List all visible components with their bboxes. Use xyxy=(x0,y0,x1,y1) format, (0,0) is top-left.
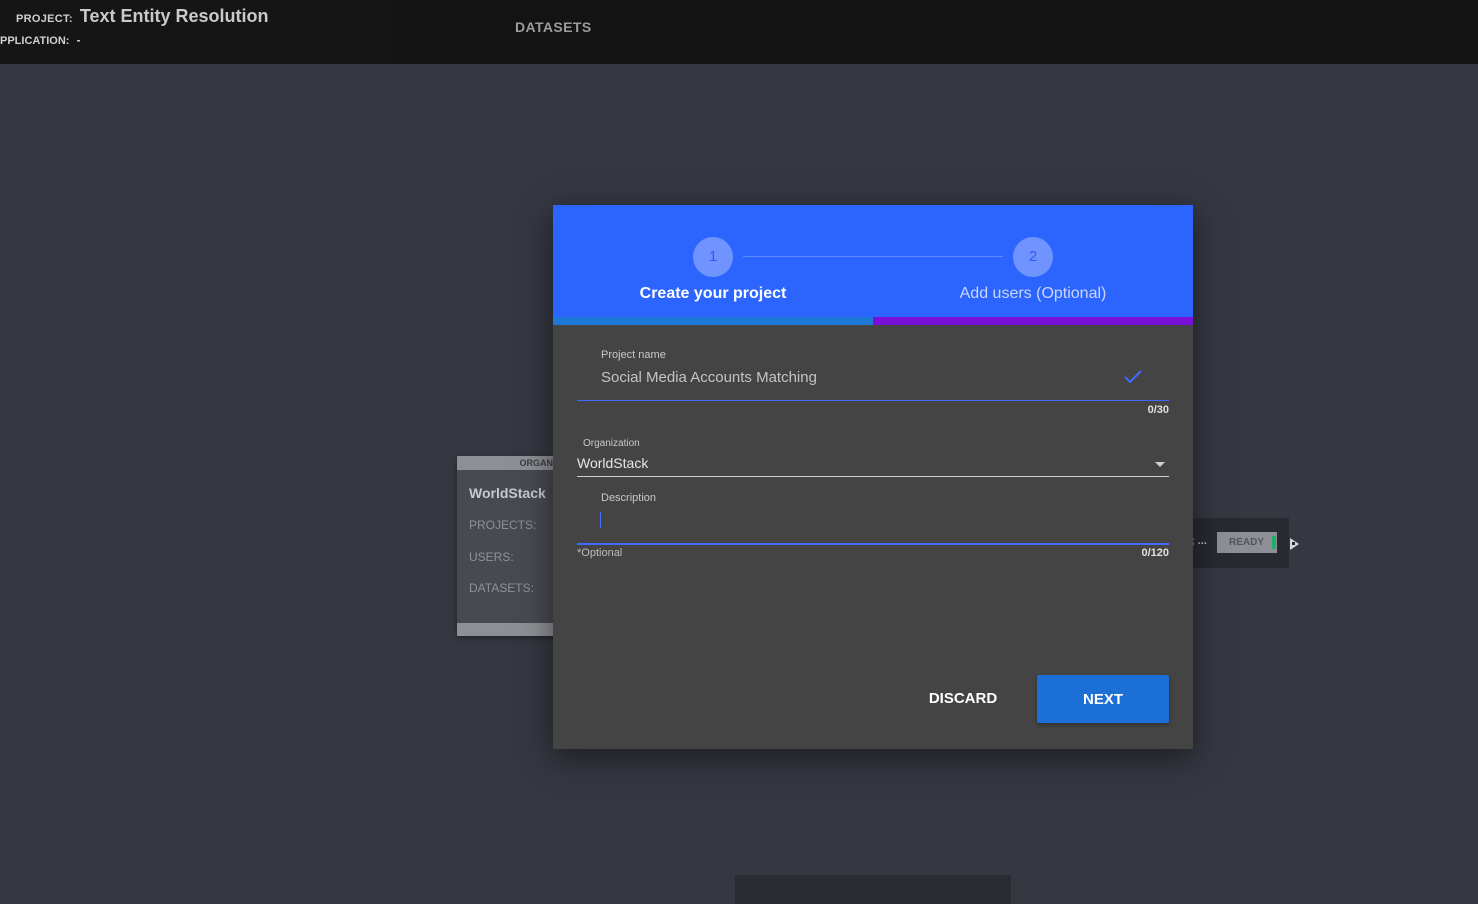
description-counter: 0/120 xyxy=(1141,547,1169,559)
project-row: PROJECT: Text Entity Resolution xyxy=(16,6,269,27)
step-1-circle[interactable]: 1 xyxy=(693,237,733,277)
organization-card-name: WorldStack xyxy=(469,485,546,501)
text-cursor xyxy=(600,512,601,528)
project-name-counter: 0/30 xyxy=(1147,404,1169,416)
dataset-status-badge: READY xyxy=(1217,532,1277,553)
project-name-underline xyxy=(577,400,1169,401)
description-input[interactable] xyxy=(577,505,1169,545)
check-icon xyxy=(1124,370,1142,384)
create-project-dialog: 1 Create your project 2 Add users (Optio… xyxy=(553,205,1193,749)
chevron-down-icon[interactable] xyxy=(1155,462,1165,467)
organization-selected-value: WorldStack xyxy=(577,455,649,471)
step-1-progress xyxy=(553,317,873,325)
organization-underline xyxy=(577,476,1169,477)
project-info: PROJECT: Text Entity Resolution PPLICATI… xyxy=(0,0,392,64)
play-arrow-icon[interactable] xyxy=(1288,537,1302,551)
nav-datasets-tab[interactable]: DATASETS xyxy=(515,19,592,35)
organization-projects-label: PROJECTS: xyxy=(469,518,537,532)
step-2-circle[interactable]: 2 xyxy=(1013,237,1053,277)
top-bar: PROJECT: Text Entity Resolution PPLICATI… xyxy=(0,0,1478,64)
next-button[interactable]: NEXT xyxy=(1037,675,1169,723)
description-optional-note: *Optional xyxy=(577,547,623,559)
project-name: Text Entity Resolution xyxy=(79,6,269,26)
discard-button[interactable]: DISCARD xyxy=(917,675,1009,721)
project-name-input[interactable]: Social Media Accounts Matching xyxy=(601,369,1101,389)
description-label: Description xyxy=(601,492,657,504)
organization-select[interactable]: WorldStack xyxy=(577,455,1169,477)
ready-indicator xyxy=(1272,536,1276,549)
organization-users-label: USERS: xyxy=(469,550,514,564)
step-2-label[interactable]: Add users (Optional) xyxy=(873,285,1193,303)
organization-datasets-label: DATASETS: xyxy=(469,581,534,595)
project-name-label: Project name xyxy=(601,349,666,361)
application-row: PPLICATION: - xyxy=(0,33,80,47)
dataset-card-truncated-text: ; ... xyxy=(1191,535,1207,547)
organization-label: Organization xyxy=(583,438,640,449)
dataset-card[interactable]: ; ... READY xyxy=(1185,518,1289,568)
stepper-connector xyxy=(743,256,1003,257)
project-label: PROJECT: xyxy=(16,13,73,25)
step-progress-bar xyxy=(553,317,1193,325)
step-1-label[interactable]: Create your project xyxy=(553,285,873,303)
stepper: 1 Create your project 2 Add users (Optio… xyxy=(553,205,1193,317)
step-2-progress xyxy=(873,317,1193,325)
background-panel xyxy=(735,875,1011,904)
application-label: PPLICATION: xyxy=(0,35,70,47)
description-underline xyxy=(577,543,1169,545)
application-value: - xyxy=(76,33,81,47)
